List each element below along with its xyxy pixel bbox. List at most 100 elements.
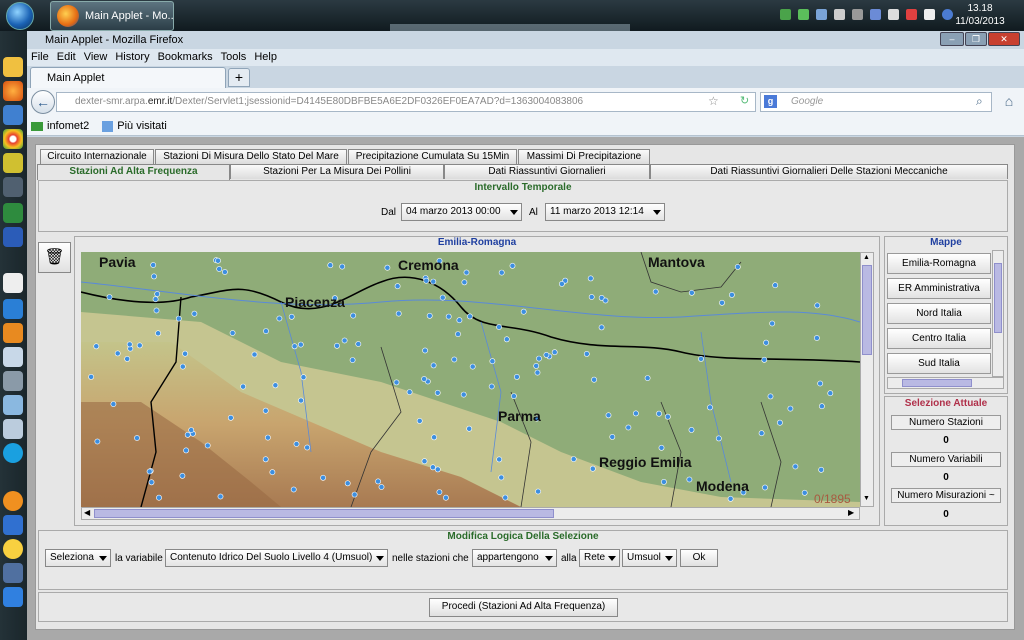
- station-marker[interactable]: [431, 434, 437, 441]
- map-nord-italia-button[interactable]: Nord Italia: [887, 303, 991, 324]
- station-marker[interactable]: [293, 441, 300, 447]
- menu-bookmarks[interactable]: Bookmarks: [154, 49, 217, 66]
- station-marker[interactable]: [503, 336, 510, 343]
- station-marker[interactable]: [384, 264, 391, 271]
- station-marker[interactable]: [456, 317, 463, 324]
- station-marker[interactable]: [393, 379, 400, 386]
- station-marker[interactable]: [466, 425, 473, 432]
- station-marker[interactable]: [434, 466, 441, 473]
- station-marker[interactable]: [588, 294, 595, 300]
- station-marker[interactable]: [339, 263, 346, 270]
- tray-icon-drive[interactable]: [780, 9, 791, 20]
- station-marker[interactable]: [349, 357, 356, 363]
- tab-massimi-precipitazione[interactable]: Massimi Di Precipitazione: [518, 149, 650, 164]
- station-marker[interactable]: [221, 269, 228, 275]
- menu-history[interactable]: History: [111, 49, 153, 66]
- station-marker[interactable]: [430, 362, 437, 369]
- station-marker[interactable]: [94, 438, 101, 445]
- maximize-button[interactable]: ❐: [965, 32, 987, 46]
- bookmark-most-visited[interactable]: Più visitati: [117, 120, 167, 132]
- proceed-button[interactable]: Procedi (Stazioni Ad Alta Frequenza): [429, 598, 618, 617]
- station-marker[interactable]: [429, 464, 436, 471]
- station-marker[interactable]: [664, 413, 671, 420]
- station-marker[interactable]: [489, 358, 496, 365]
- station-marker[interactable]: [761, 356, 768, 363]
- station-marker[interactable]: [327, 262, 334, 269]
- station-marker[interactable]: [520, 308, 527, 315]
- station-marker[interactable]: [276, 315, 283, 322]
- menu-file[interactable]: File: [27, 49, 53, 66]
- station-marker[interactable]: [426, 312, 433, 319]
- station-marker[interactable]: [320, 474, 326, 481]
- station-marker[interactable]: [155, 330, 161, 337]
- station-marker[interactable]: [106, 294, 113, 300]
- station-marker[interactable]: [502, 494, 509, 501]
- new-tab-button[interactable]: +: [228, 68, 250, 87]
- tab-stazioni-pollini[interactable]: Stazioni Per La Misura Dei Pollini: [230, 164, 444, 179]
- station-marker[interactable]: [707, 404, 713, 411]
- menu-help[interactable]: Help: [250, 49, 281, 66]
- station-marker[interactable]: [510, 393, 517, 399]
- station-marker[interactable]: [451, 356, 458, 363]
- station-marker[interactable]: [150, 262, 157, 268]
- station-marker[interactable]: [351, 491, 358, 498]
- station-marker[interactable]: [598, 324, 605, 331]
- bookmark-infomet2[interactable]: infomet2: [47, 120, 89, 132]
- excel-icon[interactable]: [3, 203, 23, 223]
- network-name-combo[interactable]: Umsuol: [622, 549, 677, 567]
- menu-edit[interactable]: Edit: [53, 49, 80, 66]
- station-marker[interactable]: [394, 283, 401, 290]
- station-marker[interactable]: [445, 313, 452, 320]
- station-marker[interactable]: [625, 424, 632, 431]
- station-marker[interactable]: [652, 288, 659, 295]
- map-horizontal-scrollbar[interactable]: ◀ ▶: [81, 507, 860, 520]
- station-marker[interactable]: [536, 355, 542, 362]
- station-marker[interactable]: [334, 342, 340, 349]
- station-marker[interactable]: [156, 494, 162, 501]
- station-marker[interactable]: [769, 320, 776, 327]
- station-marker[interactable]: [395, 310, 402, 317]
- station-marker[interactable]: [154, 291, 161, 297]
- from-date-combo[interactable]: 04 marzo 2013 00:00: [401, 203, 522, 221]
- station-marker[interactable]: [534, 369, 541, 376]
- tools-icon[interactable]: [3, 395, 23, 415]
- station-marker[interactable]: [558, 280, 565, 287]
- firefox-launch-icon[interactable]: [3, 81, 23, 101]
- station-marker[interactable]: [543, 352, 550, 358]
- station-marker[interactable]: [463, 269, 470, 276]
- station-marker[interactable]: [777, 419, 783, 426]
- notes-icon[interactable]: [3, 153, 23, 173]
- maps-vertical-scrollbar[interactable]: [992, 250, 1004, 377]
- tab-dati-riassuntivi[interactable]: Dati Riassuntivi Giornalieri: [444, 164, 650, 179]
- station-marker[interactable]: [350, 312, 357, 319]
- clock[interactable]: 13.18 11/03/2013: [940, 2, 1020, 28]
- chrome-icon[interactable]: [3, 129, 23, 149]
- trash-button[interactable]: 🗑: [38, 242, 71, 273]
- station-marker[interactable]: [423, 277, 430, 284]
- station-marker[interactable]: [175, 315, 182, 322]
- station-marker[interactable]: [240, 383, 246, 390]
- station-marker[interactable]: [297, 341, 304, 348]
- station-marker[interactable]: [269, 469, 276, 476]
- station-marker[interactable]: [455, 331, 461, 337]
- tray-icon-shield[interactable]: [798, 9, 809, 20]
- station-marker[interactable]: [469, 363, 476, 370]
- scroll-up-icon[interactable]: ▲: [863, 254, 870, 261]
- station-marker[interactable]: [498, 474, 505, 481]
- station-marker[interactable]: [288, 313, 295, 320]
- station-marker[interactable]: [442, 494, 449, 501]
- media-player-icon[interactable]: [3, 323, 23, 343]
- bookmark-star-icon[interactable]: ☆: [708, 94, 719, 108]
- station-marker[interactable]: [734, 263, 741, 270]
- maps-horizontal-scrollbar[interactable]: [887, 377, 1004, 389]
- tray-icon-device[interactable]: [924, 9, 935, 20]
- station-marker[interactable]: [602, 297, 609, 304]
- google-icon[interactable]: g: [764, 95, 777, 108]
- station-marker[interactable]: [591, 376, 597, 383]
- station-marker[interactable]: [801, 489, 808, 496]
- scroll-left-icon[interactable]: ◀: [84, 508, 90, 517]
- tray-icon-printer[interactable]: [852, 9, 863, 20]
- variable-combo[interactable]: Contenuto Idrico Del Suolo Livello 4 (Um…: [165, 549, 388, 567]
- station-marker[interactable]: [817, 380, 824, 387]
- station-marker[interactable]: [729, 292, 735, 298]
